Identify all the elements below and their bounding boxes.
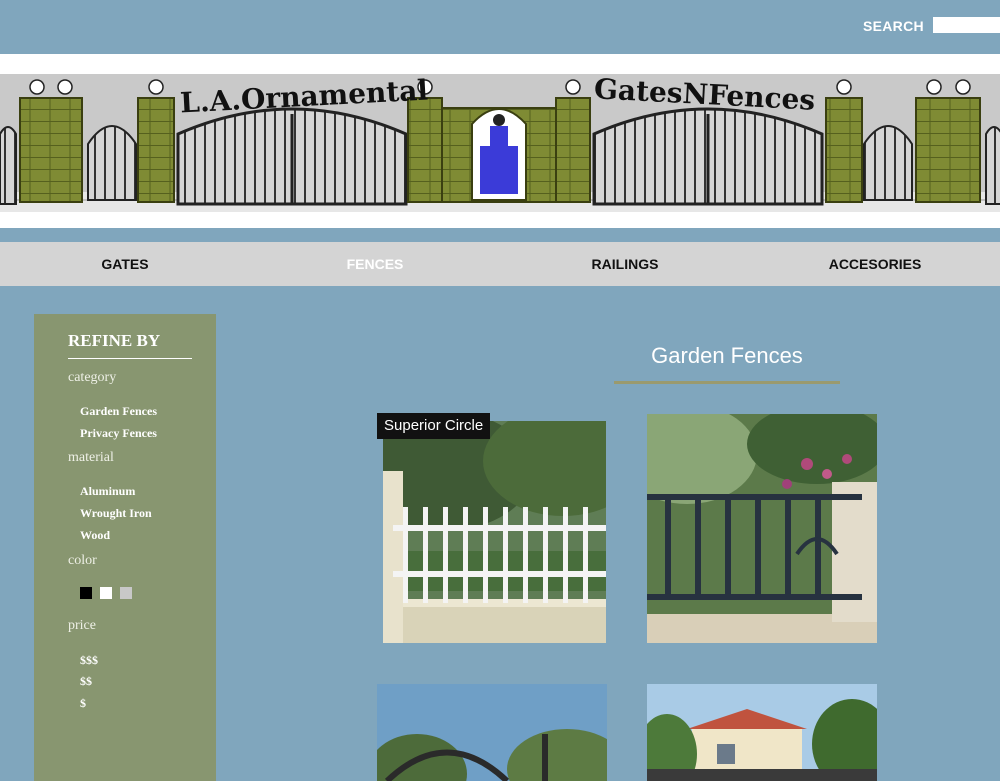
color-swatch-gray[interactable] xyxy=(120,587,132,599)
filter-wrought-iron[interactable]: Wrought Iron xyxy=(80,506,152,521)
main-nav: GATES FENCES RAILINGS ACCESORIES xyxy=(0,242,1000,286)
color-heading: color xyxy=(68,553,97,568)
product-thumbnail[interactable] xyxy=(383,421,606,643)
gates-illustration xyxy=(0,79,1000,212)
refine-sidebar: REFINE BY category Garden Fences Privacy… xyxy=(34,314,216,781)
hover-caption: Superior Circle xyxy=(377,413,491,439)
header-banner[interactable]: L.A.Ornamental GatesNFences xyxy=(0,74,1000,212)
product-thumbnail[interactable] xyxy=(377,684,607,781)
filter-wood[interactable]: Wood xyxy=(80,528,110,543)
color-swatch-white[interactable] xyxy=(100,587,112,599)
banner-spacer xyxy=(0,228,1000,242)
category-heading: category xyxy=(68,370,117,385)
refine-title: REFINE BY xyxy=(68,331,161,350)
banner-divider xyxy=(0,212,1000,228)
nav-accesories[interactable]: ACCESORIES xyxy=(750,242,1000,286)
filter-price-low[interactable]: $ xyxy=(80,696,86,711)
page-title: Garden Fences xyxy=(651,343,803,368)
nav-fences[interactable]: FENCES xyxy=(250,242,500,286)
product-image xyxy=(377,684,607,781)
header-divider xyxy=(0,54,1000,74)
filter-price-mid[interactable]: $$ xyxy=(80,674,92,689)
product-thumbnail[interactable] xyxy=(647,414,877,643)
filter-garden-fences[interactable]: Garden Fences xyxy=(80,404,157,419)
title-underline xyxy=(614,381,840,384)
price-heading: price xyxy=(68,618,96,633)
material-heading: material xyxy=(68,450,114,465)
search-input[interactable] xyxy=(933,17,1000,33)
color-swatch-black[interactable] xyxy=(80,587,92,599)
search-label: SEARCH xyxy=(863,18,924,34)
filter-privacy-fences[interactable]: Privacy Fences xyxy=(80,426,157,441)
filter-aluminum[interactable]: Aluminum xyxy=(80,484,135,499)
product-image xyxy=(647,414,877,643)
product-image xyxy=(647,684,877,781)
product-image xyxy=(383,421,606,643)
filter-price-high[interactable]: $$$ xyxy=(80,653,98,668)
nav-railings[interactable]: RAILINGS xyxy=(500,242,750,286)
nav-gates[interactable]: GATES xyxy=(0,242,250,286)
product-thumbnail[interactable] xyxy=(647,684,877,781)
top-bar: SEARCH xyxy=(0,0,1000,54)
refine-divider xyxy=(68,358,192,359)
